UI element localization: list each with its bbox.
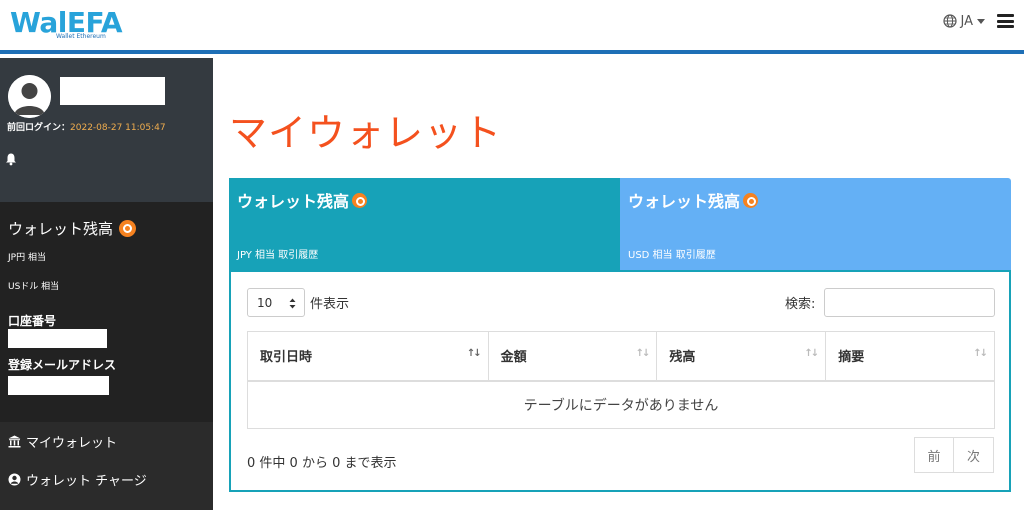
column-header-balance[interactable]: 残高 ↑↓ [656,331,827,382]
sidebar-item-my-wallet[interactable]: マイウォレット [8,432,117,451]
tab-title: ウォレット残高 [628,188,759,212]
sort-icon: ↑↓ [973,348,988,359]
user-name-redacted [60,77,165,105]
table-header-row: 取引日時 ↑↓ 金額 ↑↓ 残高 ↑↓ 摘要 ↑↓ [247,331,995,382]
user-panel: 前回ログイン：2022-08-27 11:05:47 [0,58,213,202]
column-header-label: 取引日時 [260,350,313,366]
search-label: 検索: [785,297,816,312]
sort-icon: ↑↓ [635,348,651,359]
sidebar-item-label: ウォレット チャージ [26,474,147,489]
menu-toggle-button[interactable] [997,14,1014,28]
avatar [8,75,51,118]
usd-equivalent-label: USドル 相当 [8,282,60,292]
column-header-amount[interactable]: 金額 ↑↓ [487,331,658,382]
column-header-datetime[interactable]: 取引日時 ↑↓ [247,331,489,382]
page-title: マイウォレット [229,111,503,155]
tab-jpy-history[interactable]: ウォレット残高 JPY 相当 取引履歴 [229,178,620,270]
top-navbar: WalEFA Wallet Ethereum JA [0,0,1024,54]
column-header-description[interactable]: 摘要 ↑↓ [825,331,995,382]
refresh-icon[interactable] [119,220,137,237]
tab-subtitle: USD 相当 取引履歴 [628,250,716,261]
hamburger-icon-bar [997,25,1014,28]
bell-icon[interactable] [4,152,18,166]
next-page-button[interactable]: 次 [954,437,994,473]
chevron-down-icon [977,18,985,24]
wallet-balance-heading: ウォレット残高 [8,218,137,239]
column-header-label: 摘要 [838,350,865,366]
transaction-panel: 10 件表示 検索: 取引日時 ↑↓ 金額 ↑↓ 残高 ↑↓ 摘要 ↑↓ テーブ… [229,270,1011,492]
refresh-icon [352,192,368,208]
bank-icon [8,435,21,448]
tab-usd-history[interactable]: ウォレット残高 USD 相当 取引履歴 [620,178,1011,270]
page-length-label: 件表示 [310,297,350,312]
tab-title-text: ウォレット残高 [237,192,350,211]
jpy-equivalent-label: JP円 相当 [8,253,46,263]
column-header-label: 金額 [500,350,527,366]
email-redacted [8,376,109,395]
wallet-summary: ウォレット残高 JP円 相当 USドル 相当 口座番号 登録メールアドレス [0,202,213,422]
language-label: JA [960,13,974,29]
globe-icon [942,14,957,28]
page-length-select[interactable]: 10 [247,288,305,317]
sort-icon: ↑↓ [804,348,819,359]
brand-logo[interactable]: WalEFA Wallet Ethereum [10,5,123,41]
last-login: 前回ログイン：2022-08-27 11:05:47 [7,120,166,133]
transaction-table: 取引日時 ↑↓ 金額 ↑↓ 残高 ↑↓ 摘要 ↑↓ テーブルにデータがありません [247,331,995,429]
last-login-label: 前回ログイン： [7,123,71,133]
page-length-value: 10 [257,295,273,310]
sort-icon: ↑↓ [466,348,482,359]
language-dropdown[interactable]: JA [942,13,985,29]
main-content: マイウォレット ウォレット残高 JPY 相当 取引履歴 ウォレット残高 USD … [213,58,1024,510]
previous-page-button[interactable]: 前 [914,437,954,473]
search-input[interactable] [824,288,995,317]
wallet-balance-title: ウォレット残高 [8,220,114,238]
tab-title-text: ウォレット残高 [628,192,741,211]
sort-updown-icon [289,298,296,309]
hamburger-icon-bar [997,19,1014,23]
user-silhouette-icon [8,75,51,118]
sidebar-item-wallet-charge[interactable]: ウォレット チャージ [8,470,147,489]
pagination: 前 次 [914,437,994,473]
table-info: 0 件中 0 から 0 まで表示 [247,456,397,471]
tab-title: ウォレット残高 [237,188,368,212]
email-label: 登録メールアドレス [8,358,117,372]
tab-subtitle: JPY 相当 取引履歴 [237,250,319,261]
user-charge-icon [8,473,21,486]
refresh-icon [743,192,759,208]
account-number-label: 口座番号 [8,314,57,328]
sidebar-item-label: マイウォレット [26,436,118,451]
table-row: テーブルにデータがありません [247,380,995,429]
account-number-redacted [8,329,107,348]
last-login-time: 2022-08-27 11:05:47 [70,123,166,133]
empty-table-message: テーブルにデータがありません [247,380,995,429]
sidebar: 前回ログイン：2022-08-27 11:05:47 ウォレット残高 JP円 相… [0,58,213,510]
column-header-label: 残高 [669,350,696,366]
logo-subtext: Wallet Ethereum [56,33,106,40]
hamburger-icon-bar [997,14,1014,17]
